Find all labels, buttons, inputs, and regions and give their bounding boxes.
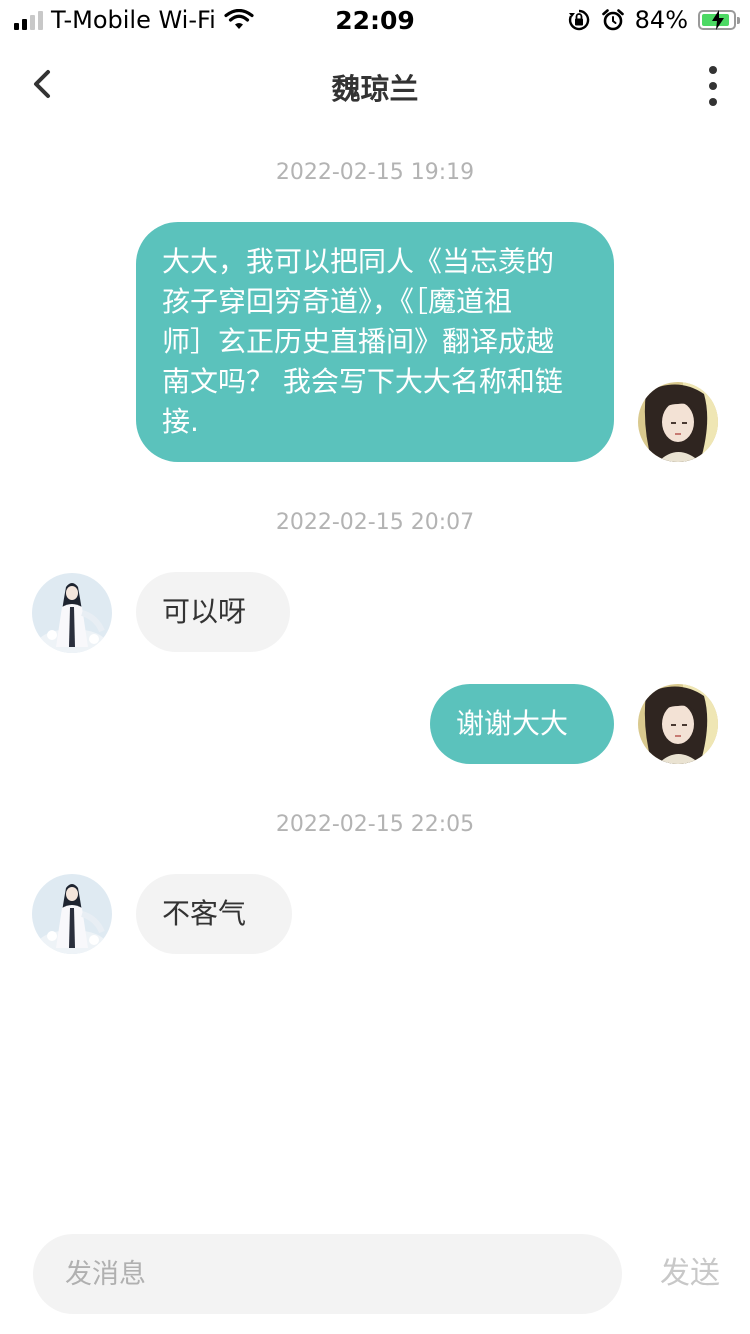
battery-percent: 84% (634, 6, 688, 34)
message-text: 可以呀 (162, 595, 247, 628)
incoming-message-bubble[interactable]: 可以呀 (136, 572, 290, 652)
message-line: 大大，我可以把同人《当忘羡的 (162, 245, 555, 278)
contact-avatar[interactable] (32, 874, 112, 954)
message-line: 接. (162, 405, 199, 438)
my-avatar[interactable] (638, 382, 718, 462)
my-avatar[interactable] (638, 684, 718, 764)
message-line: 师］玄正历史直播间》翻译成越 (162, 325, 555, 358)
contact-avatar[interactable] (32, 573, 112, 653)
nav-bar: 魏琼兰 (0, 42, 750, 130)
alarm-icon (601, 9, 624, 31)
timestamp: 2022-02-15 20:07 (275, 510, 475, 535)
message-line: 南文吗？ 我会写下大大名称和链 (162, 365, 563, 398)
status-bar: T-Mobile Wi-Fi 22:09 84% (0, 0, 750, 42)
message-text: 不客气 (162, 897, 247, 930)
battery-charging-icon (698, 10, 740, 30)
timestamp: 2022-02-15 22:05 (275, 812, 475, 837)
timestamp: 2022-02-15 19:19 (275, 160, 475, 185)
orientation-lock-icon (568, 9, 589, 31)
outgoing-message-bubble[interactable]: 大大，我可以把同人《当忘羡的 孩子穿回穷奇道》，《［魔道祖 师］玄正历史直播间》… (136, 222, 614, 462)
page-title: 魏琼兰 (331, 72, 419, 106)
outgoing-message-bubble[interactable]: 谢谢大大 (430, 684, 614, 764)
status-right: 84% (567, 6, 740, 34)
message-text: 谢谢大大 (456, 707, 569, 740)
message-input[interactable] (33, 1234, 622, 1314)
message-line: 孩子穿回穷奇道》，《［魔道祖 (162, 285, 513, 318)
send-button[interactable]: 发送 (650, 1248, 730, 1292)
more-vertical-icon[interactable] (706, 66, 720, 106)
incoming-message-bubble[interactable]: 不客气 (136, 874, 292, 954)
